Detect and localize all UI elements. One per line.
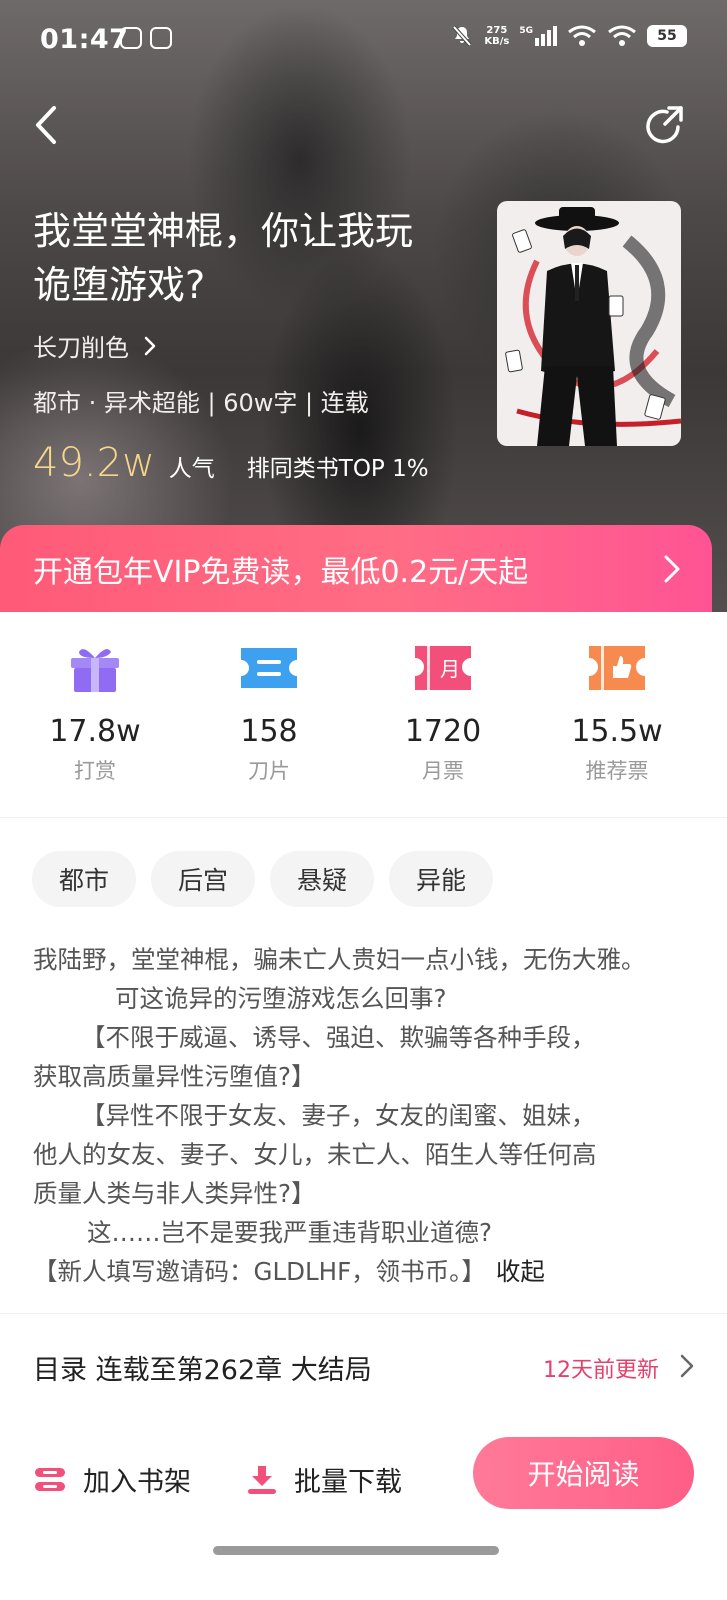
divider — [0, 817, 727, 818]
stat-reward[interactable]: 17.8w 打赏 — [25, 642, 165, 785]
tag-chip[interactable]: 后宫 — [151, 851, 256, 907]
stat-label: 刀片 — [248, 759, 290, 783]
back-button[interactable] — [28, 100, 68, 150]
bottom-action-bar: 加入书架 批量下载 开始阅读 — [0, 1412, 727, 1600]
stat-value: 1720 — [404, 714, 482, 749]
stat-value: 158 — [240, 714, 298, 749]
home-indicator[interactable] — [213, 1546, 499, 1555]
cover-illustration — [497, 201, 681, 446]
cellular-signal-icon: 5G — [519, 26, 557, 46]
start-reading-button[interactable]: 开始阅读 — [473, 1437, 694, 1509]
tag-chip[interactable]: 悬疑 — [270, 851, 375, 907]
svg-text:月: 月 — [440, 657, 460, 681]
synopsis-line: 他人的女友、妻子、女儿，未亡人、陌生人等任何高 — [33, 1140, 597, 1169]
popularity-label: 人气 — [168, 456, 215, 482]
book-title: 我堂堂神棍，你让我玩 诡堕游戏? — [33, 209, 414, 307]
add-to-shelf-button[interactable]: 加入书架 — [33, 1460, 191, 1499]
stat-value: 17.8w — [49, 714, 141, 749]
synopsis-line: 【新人填写邀请码：GLDLHF，领书币。】 收起 — [33, 1252, 703, 1291]
tag-chip[interactable]: 异能 — [389, 851, 494, 907]
stat-label: 月票 — [422, 759, 464, 783]
status-time: 01:47 — [40, 24, 129, 55]
net-speed: 275 KB/s — [484, 25, 510, 47]
vip-promo-text: 开通包年VIP免费读，最低0.2元/天起 — [33, 554, 529, 590]
synopsis-line: 获取高质量异性污堕值?】 — [33, 1062, 316, 1091]
toc-update-time: 12天前更新 — [543, 1358, 659, 1383]
monthly-ticket-icon: 月 — [415, 646, 471, 690]
synopsis-line: 【不限于威逼、诱导、强迫、欺骗等各种手段， — [81, 1023, 596, 1052]
synopsis-line: 【异性不限于女友、妻子，女友的闺蜜、姐妹， — [81, 1101, 596, 1130]
author-link[interactable]: 长刀削色 — [33, 328, 157, 363]
start-reading-label: 开始阅读 — [527, 1458, 640, 1491]
toc-title: 目录 连载至第262章 大结局 — [33, 1355, 372, 1386]
add-to-shelf-label: 加入书架 — [83, 1467, 191, 1498]
stat-label: 打赏 — [74, 759, 116, 783]
batch-download-label: 批量下载 — [294, 1467, 402, 1498]
popularity-row: 49.2w 人气 排同类书TOP 1% — [33, 440, 429, 486]
book-cover[interactable] — [497, 201, 681, 446]
share-icon[interactable] — [645, 102, 685, 148]
tag-list: 都市 后宫 悬疑 异能 — [32, 851, 494, 907]
divider — [0, 1313, 727, 1314]
wifi-icon — [608, 25, 636, 46]
app-notification-icon — [120, 27, 142, 49]
app-notification-icon — [150, 27, 172, 49]
author-name: 长刀削色 — [33, 334, 129, 362]
tag-chip[interactable]: 都市 — [32, 851, 137, 907]
stat-label: 推荐票 — [585, 759, 649, 783]
table-of-contents-row[interactable]: 目录 连载至第262章 大结局 12天前更新 — [0, 1316, 727, 1412]
book-meta: 都市 · 异术超能 | 60w字 | 连载 — [33, 389, 369, 417]
stat-blade[interactable]: 158 刀片 — [199, 642, 339, 785]
stat-value: 15.5w — [571, 714, 663, 749]
stats-row: 17.8w 打赏 158 刀片 月 1720 月票 15.5w 推荐票 — [0, 612, 727, 817]
battery-icon: 55 — [647, 25, 687, 47]
mute-icon — [452, 25, 472, 47]
wifi-icon — [568, 25, 596, 46]
chevron-right-icon — [664, 555, 680, 583]
collapse-link[interactable]: 收起 — [496, 1257, 545, 1286]
popularity-value: 49.2w — [33, 440, 155, 486]
synopsis-line: 我陆野，堂堂神棍，骗未亡人贵妇一点小钱，无伤大雅。 — [33, 945, 646, 974]
synopsis-line: 质量人类与非人类异性?】 — [33, 1179, 316, 1208]
status-bar: 01:47 275 KB/s 5G 55 — [0, 0, 727, 80]
synopsis: 我陆野，堂堂神棍，骗未亡人贵妇一点小钱，无伤大雅。 可这诡异的污堕游戏怎么回事?… — [33, 940, 703, 1291]
rank-text: 排同类书TOP 1% — [246, 456, 429, 482]
synopsis-line: 这……岂不是要我严重违背职业道德? — [87, 1218, 493, 1247]
synopsis-line: 可这诡异的污堕游戏怎么回事? — [115, 984, 447, 1013]
gift-icon — [71, 649, 119, 692]
recommend-ticket-icon — [589, 646, 645, 690]
vip-promo-banner[interactable]: 开通包年VIP免费读，最低0.2元/天起 — [0, 525, 712, 612]
bookshelf-icon — [35, 1467, 65, 1491]
batch-download-button[interactable]: 批量下载 — [246, 1460, 402, 1499]
chevron-right-icon — [680, 1354, 694, 1378]
chevron-right-icon — [144, 336, 156, 355]
stat-recommend-ticket[interactable]: 15.5w 推荐票 — [547, 642, 687, 785]
stat-monthly-ticket[interactable]: 月 1720 月票 — [373, 642, 513, 785]
invite-code-text: 【新人填写邀请码：GLDLHF，领书币。】 — [33, 1257, 486, 1286]
blade-ticket-icon — [241, 648, 297, 688]
download-icon — [248, 1465, 276, 1494]
